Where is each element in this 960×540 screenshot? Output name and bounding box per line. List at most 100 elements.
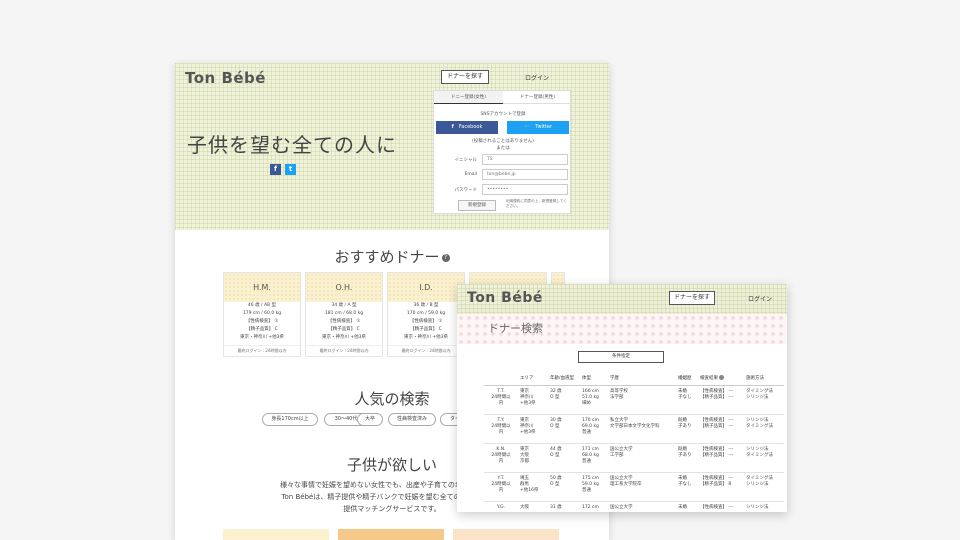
donor-body: 細め xyxy=(582,400,591,406)
donor-test-result: 【精子品質】 --- xyxy=(700,423,734,429)
donor-age-blood: 31 歳 xyxy=(550,504,562,510)
register-button[interactable]: 新規登録 xyxy=(458,200,496,211)
donor-body: 普通 xyxy=(582,429,591,435)
donor-education: 理工系大学院卒 xyxy=(610,481,642,487)
donor-card[interactable]: O.H. 34 歳 / A 型 181 cm / 68.0 kg 【性病検査】 … xyxy=(305,272,383,357)
search-chip[interactable]: 性病検査済み xyxy=(388,413,436,426)
donor-name: Y.G. xyxy=(496,504,506,510)
condition-filter-button[interactable]: 条件指定 xyxy=(578,351,664,363)
password-input[interactable]: •••••••• xyxy=(482,184,568,195)
column-header[interactable]: 体型 xyxy=(580,371,608,386)
feature-thumbnail[interactable] xyxy=(338,529,444,540)
donor-body-cell: 166 cm 51.0 kg 細め xyxy=(580,385,608,415)
donor-last-login: 最終ログイン : 24時間以内 xyxy=(388,345,464,354)
donor-area-cell: 埼玉 群馬 +他16県 xyxy=(518,472,548,502)
donor-marital: 子あり xyxy=(678,423,692,429)
donor-education-cell: 国公立大学 xyxy=(608,501,676,512)
donor-body: 普通 xyxy=(582,458,591,464)
initial-input[interactable]: TS xyxy=(482,154,568,165)
donor-marital-cell: 未婚 子なし xyxy=(676,472,698,502)
site-logo[interactable]: Ton Bébé xyxy=(467,290,543,306)
donor-age-blood-cell: 32 歳O 型 xyxy=(548,385,580,415)
initial-label: イニシャル xyxy=(454,158,478,163)
column-header xyxy=(484,371,518,386)
donor-method: シリンジ法 xyxy=(746,504,769,510)
donor-marital: 子なし xyxy=(678,394,692,400)
registration-form: ドニー登録(女性) ドナー登録(男性) SNSアカウントで登録 f Faceboo… xyxy=(433,90,572,214)
column-header[interactable]: 検査結果 xyxy=(698,371,744,386)
donor-test-result: 【精子品質】 B xyxy=(700,481,732,487)
sns-heading: SNSアカウントで登録 xyxy=(480,112,526,117)
facebook-label: Facebook xyxy=(458,124,483,130)
search-chip[interactable]: 身長170cm以上 xyxy=(262,413,318,426)
password-label: パスワード xyxy=(454,188,478,193)
donor-marital-cell: 既婚 子あり xyxy=(676,414,698,444)
tab-female-registration[interactable]: ドニー登録(女性) xyxy=(434,91,503,104)
info-icon[interactable] xyxy=(719,374,725,380)
donor-area: 京都 xyxy=(520,458,529,464)
donor-age-blood: O 型 xyxy=(550,423,560,429)
table-header-row: エリア 年齢/血液型 体型 学歴 婚姻歴 検査結果 施術方法 xyxy=(484,371,784,386)
donor-area: 東京・神奈川 +他3県 xyxy=(239,335,285,340)
donor-disease-test: 【性病検査】 ① xyxy=(245,319,279,324)
table-row[interactable]: Y.G. 大阪 31 歳 172 cm 国公立大学 未婚 【性病検査】 --- シリンジ法 xyxy=(484,501,784,512)
donor-education: 文学部日本文学文化学科 xyxy=(610,423,660,429)
facebook-signup-button[interactable]: f Facebook xyxy=(436,121,498,134)
donor-body-cell: 172 cm xyxy=(580,501,608,512)
donor-disease-test: 【性病検査】 ① xyxy=(409,319,443,324)
table-row[interactable]: T.Y. 24時間以内東京 神奈川 +他3県 30 歳O 型 170 cm 69.0 kg 普… xyxy=(484,414,784,444)
email-input[interactable]: ton@bebe.jp xyxy=(482,169,568,180)
help-icon[interactable]: ? xyxy=(441,254,450,262)
donor-marital-cell: 既婚 子あり xyxy=(676,443,698,473)
donor-body-cell: 171 cm 68.0 kg 普通 xyxy=(580,443,608,473)
donor-name-cell: K.N. 24時間以内 xyxy=(484,443,518,473)
donor-age-blood-cell: 31 歳 xyxy=(548,501,580,512)
donor-marital: 子あり xyxy=(678,452,692,458)
donor-card[interactable]: H.M. 46 歳 / AB 型 179 cm / 60.0 kg 【性病検査】… xyxy=(223,272,301,357)
donor-test-result-cell: 【性病検査】 --- 【精子品質】 --- xyxy=(698,414,744,444)
donor-area: +他16県 xyxy=(520,487,539,493)
tab-male-registration[interactable]: ドナー登録(男性) xyxy=(503,91,572,104)
column-header[interactable]: 年齢/血液型 xyxy=(548,371,580,386)
column-header[interactable]: エリア xyxy=(518,371,548,386)
twitter-share-icon[interactable]: t xyxy=(285,164,296,175)
donor-body: 181 cm / 68.0 kg xyxy=(324,311,364,316)
facebook-share-icon[interactable]: f xyxy=(270,164,281,175)
recommended-section-title: おすすめドナー? xyxy=(175,246,609,267)
donor-card[interactable]: I.D. 36 歳 / B 型 170 cm / 59.0 kg 【性病検査】 … xyxy=(387,272,465,357)
donor-education: 法学部 xyxy=(610,394,624,400)
search-chip[interactable]: 大卒 xyxy=(357,413,383,426)
donor-test-result: 【性病検査】 --- xyxy=(700,504,734,510)
find-donor-button[interactable]: ドナーを探す xyxy=(441,70,489,84)
site-logo[interactable]: Ton Bébé xyxy=(185,69,266,87)
donor-last-login: 最終ログイン : 24時間以内 xyxy=(306,345,382,354)
column-header[interactable]: 施術方法 xyxy=(744,371,784,386)
login-link[interactable]: ログイン xyxy=(748,294,772,303)
feature-thumbnail[interactable] xyxy=(453,529,559,540)
donor-age-blood: 34 歳 / A 型 xyxy=(331,303,357,308)
column-header[interactable]: 婚姻歴 xyxy=(676,371,698,386)
table-row[interactable]: T.T. 24時間以内東京 神奈川 +他3県 32 歳O 型 166 cm 51.0 kg 細… xyxy=(484,385,784,415)
donor-method-cell: シリンジ法 タイミング法 xyxy=(744,443,784,473)
terms-note: 利用規約に同意の上、新規登録してください。 xyxy=(506,199,567,208)
table-row[interactable]: Y.T. 24時間以内埼玉 群馬 +他16県 50 歳O 型 175 cm 59.0 kg 普… xyxy=(484,472,784,502)
email-label: Email xyxy=(464,172,478,177)
feature-thumbnail[interactable] xyxy=(223,529,329,540)
find-donor-button[interactable]: ドナーを探す xyxy=(669,291,715,305)
donor-age-blood: O 型 xyxy=(550,452,560,458)
donor-method-cell: タイミング法 シリンジ法 xyxy=(744,472,784,502)
donor-name-cell: Y.G. xyxy=(484,501,518,512)
login-link[interactable]: ログイン xyxy=(525,73,549,82)
donor-method-cell: シリンジ法 タイミング法 xyxy=(744,414,784,444)
table-row[interactable]: K.N. 24時間以内東京 大阪 京都 44 歳O 型 171 cm 68.0 kg 普通 国公… xyxy=(484,443,784,473)
donor-search-window: Ton Bébé ドナーを探す ログイン ドナー検索 条件指定 エリア 年齢/血… xyxy=(457,284,787,512)
donor-name: 内 xyxy=(498,429,504,435)
twitter-signup-button[interactable]: 🐦 Twitter xyxy=(507,121,569,134)
donor-area: 東京・神奈川 +他3県 xyxy=(321,335,367,340)
column-header[interactable]: 学歴 xyxy=(608,371,676,386)
donor-name: 内 xyxy=(498,400,504,406)
no-post-note: (投稿されることはありません) xyxy=(472,139,534,144)
donor-education-cell: 私立大学 文学部日本文学文化学科 xyxy=(608,414,676,444)
donor-marital-cell: 未婚 子なし xyxy=(676,385,698,415)
donor-education-cell: 国公立大学 工学部 xyxy=(608,443,676,473)
